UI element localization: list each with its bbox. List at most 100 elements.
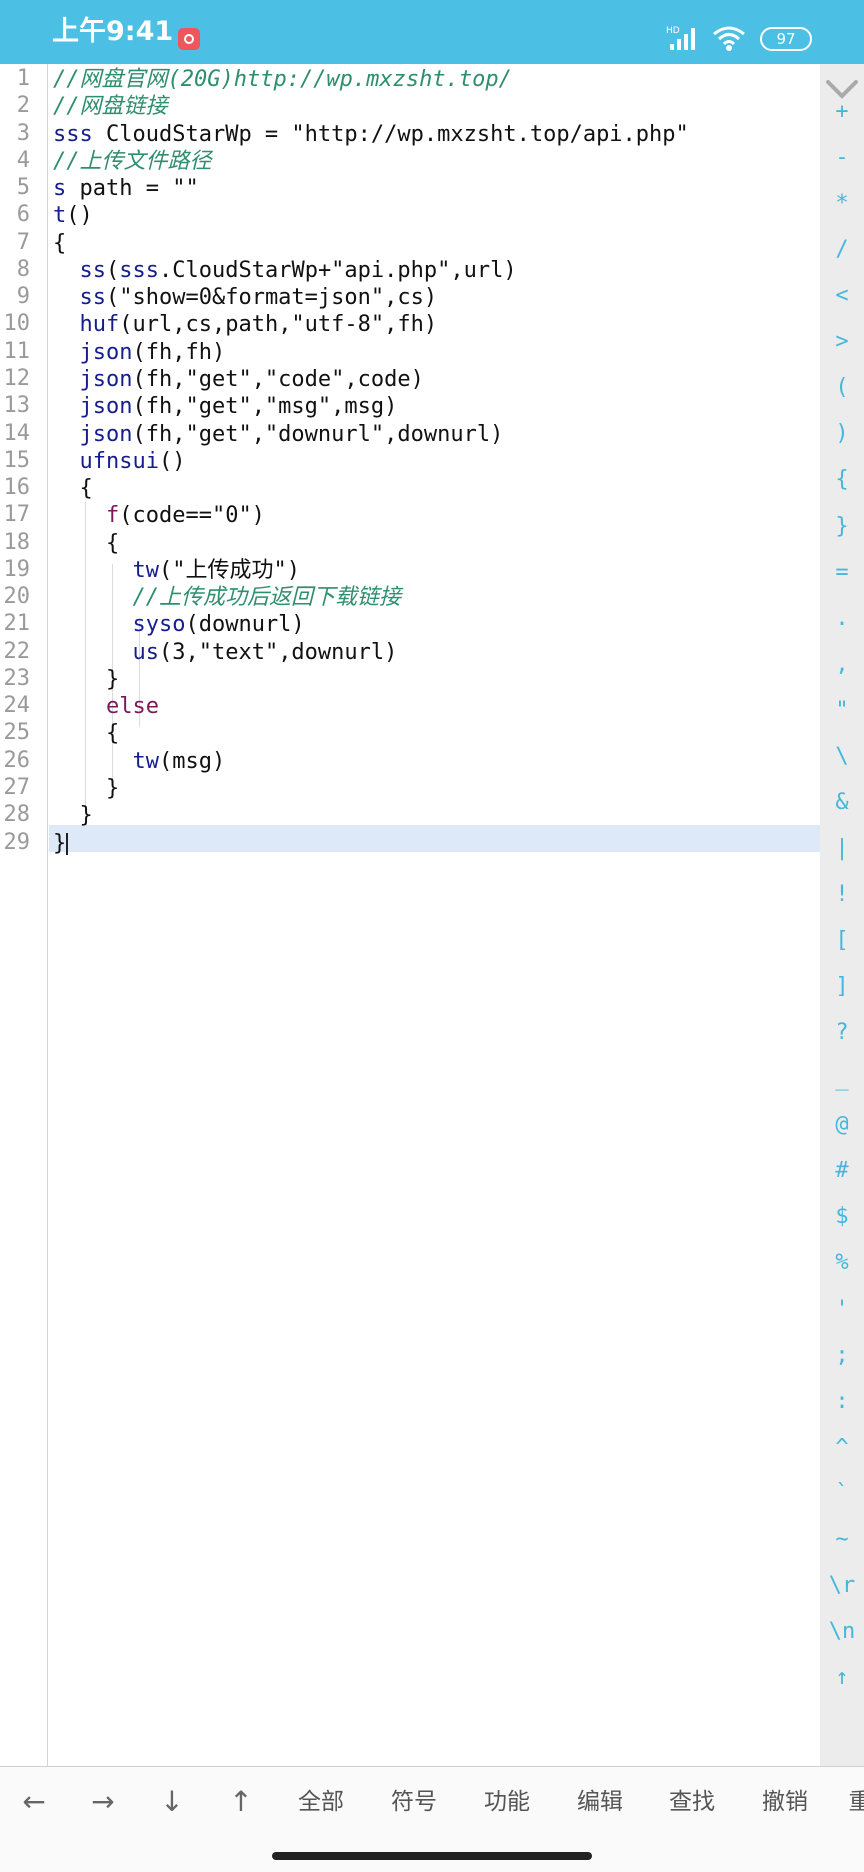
edit-button[interactable]: 编辑 (565, 1767, 635, 1837)
line-number: 17 (3, 502, 31, 528)
code-line[interactable]: //网盘官网(20G)http://wp.mxzsht.top/ (53, 66, 512, 93)
symbol-key[interactable]: \r (820, 1571, 864, 1601)
symbol-key[interactable]: = (820, 558, 864, 588)
symbol-key[interactable]: ' (820, 1295, 864, 1325)
symbol-key[interactable]: [ (820, 926, 864, 956)
symbol-key[interactable]: & (820, 788, 864, 818)
code-keyword: ufnsui (79, 448, 159, 474)
code-line[interactable]: tw(msg) (53, 748, 225, 775)
symbol-key[interactable]: ) (820, 419, 864, 449)
code-line[interactable]: } (53, 666, 119, 693)
code-text: { (53, 230, 67, 256)
line-number: 11 (3, 338, 31, 364)
symbol-key[interactable]: < (820, 281, 864, 311)
symbol-key[interactable]: ~ (820, 1525, 864, 1555)
code-text: (downurl) (185, 612, 305, 638)
code-line[interactable]: } (53, 802, 92, 829)
code-line[interactable]: json(fh,"get","code",code) (53, 366, 424, 393)
symbols-button[interactable]: 符号 (379, 1767, 449, 1837)
symbol-key[interactable]: ] (820, 972, 864, 1002)
symbol-key[interactable]: ↑ (820, 1663, 864, 1693)
code-line[interactable]: } (53, 775, 119, 802)
code-line[interactable]: syso(downurl) (53, 611, 305, 638)
symbol-panel: + - * / < > () {} =., " \ & |! []? _ @ # $% ';: ^ ` ~ \r \n ↑ (820, 64, 864, 1766)
status-bar: 上午9:41 HD 97 (0, 0, 864, 64)
symbol-key[interactable]: @ (820, 1110, 864, 1140)
symbol-key[interactable]: > (820, 327, 864, 357)
symbol-key[interactable]: ` (820, 1479, 864, 1509)
symbol-key[interactable]: # (820, 1156, 864, 1186)
symbol-key[interactable]: : (820, 1387, 864, 1417)
code-line[interactable]: json(fh,"get","downurl",downurl) (53, 421, 504, 448)
find-button[interactable]: 查找 (657, 1767, 727, 1837)
symbol-key[interactable]: ? (820, 1018, 864, 1048)
code-editor[interactable]: //网盘官网(20G)http://wp.mxzsht.top///网盘链接 ss… (49, 64, 864, 1766)
alarm-icon (178, 28, 200, 50)
symbol-key[interactable]: _ (820, 1064, 864, 1094)
symbol-key[interactable]: " (820, 696, 864, 726)
arrow-down-button[interactable]: ↓ (137, 1767, 207, 1837)
code-line[interactable]: //上传文件路径 (53, 148, 212, 175)
code-line[interactable]: sss CloudStarWp = "http://wp.mxzsht.top/… (53, 121, 689, 148)
symbol-key[interactable]: } (820, 512, 864, 542)
home-indicator[interactable] (272, 1852, 592, 1860)
code-keyword: t (53, 203, 67, 229)
symbol-key[interactable]: ( (820, 373, 864, 403)
bottom-toolbar: ← → ↓ ↑ 全部 符号 功能 编辑 查找 撤销重 (0, 1766, 864, 1836)
wifi-icon (713, 26, 745, 51)
symbol-key[interactable]: { (820, 465, 864, 495)
symbol-key[interactable]: - (820, 143, 864, 173)
code-keyword: syso (132, 612, 186, 638)
code-line[interactable]: //上传成功后返回下载链接 (53, 584, 401, 611)
code-line[interactable]: { (53, 230, 66, 257)
code-line[interactable]: { (53, 475, 92, 502)
code-line[interactable]: t() (53, 202, 93, 229)
code-line[interactable]: json(fh,fh) (53, 339, 226, 366)
code-line[interactable]: us(3,"text",downurl) (53, 639, 397, 666)
symbol-key[interactable]: $ (820, 1202, 864, 1232)
symbol-key[interactable]: + (820, 97, 864, 127)
line-number: 5 (16, 175, 30, 201)
select-all-button[interactable]: 全部 (286, 1767, 356, 1837)
symbol-key[interactable]: \n (820, 1617, 864, 1647)
undo-button[interactable]: 撤销 (750, 1767, 820, 1837)
code-text: } (53, 830, 67, 856)
code-line[interactable]: s path = "" (53, 175, 199, 202)
redo-button[interactable]: 重 (825, 1767, 864, 1837)
code-keyword: json (79, 421, 133, 447)
code-line[interactable]: ss(sss.CloudStarWp+"api.php",url) (53, 257, 517, 284)
code-line[interactable]: //网盘链接 (53, 93, 168, 120)
line-number: 29 (3, 829, 31, 855)
arrow-up-button[interactable]: ↑ (206, 1767, 276, 1837)
code-line[interactable]: } (53, 830, 69, 857)
symbol-key[interactable]: | (820, 834, 864, 864)
arrow-left-button[interactable]: ← (0, 1767, 69, 1837)
symbol-key[interactable]: , (820, 650, 864, 680)
symbol-key[interactable]: ! (820, 880, 864, 910)
code-line[interactable]: { (53, 530, 119, 557)
symbol-key[interactable]: ; (820, 1341, 864, 1371)
symbol-key[interactable]: * (820, 189, 864, 219)
code-line[interactable]: else (53, 693, 159, 720)
symbol-key[interactable]: % (820, 1248, 864, 1278)
arrow-right-button[interactable]: → (68, 1767, 138, 1837)
line-number: 10 (3, 311, 31, 337)
line-number: 1 (16, 66, 30, 91)
code-line[interactable]: { (53, 720, 119, 747)
symbol-key[interactable]: . (820, 604, 864, 634)
code-line[interactable]: ufnsui() (53, 448, 186, 475)
symbol-key[interactable]: \ (820, 742, 864, 772)
code-line[interactable]: f(code=="0") (53, 502, 265, 529)
code-line[interactable]: tw("上传成功") (53, 557, 299, 584)
line-number: 2 (16, 93, 30, 119)
code-line[interactable]: huf(url,cs,path,"utf-8",fh) (53, 311, 438, 338)
symbol-key[interactable]: / (820, 235, 864, 265)
code-line[interactable]: json(fh,"get","msg",msg) (53, 393, 398, 420)
code-line[interactable]: ss("show=0&format=json",cs) (53, 284, 438, 311)
symbol-key[interactable]: ^ (820, 1433, 864, 1463)
functions-button[interactable]: 功能 (472, 1767, 542, 1837)
